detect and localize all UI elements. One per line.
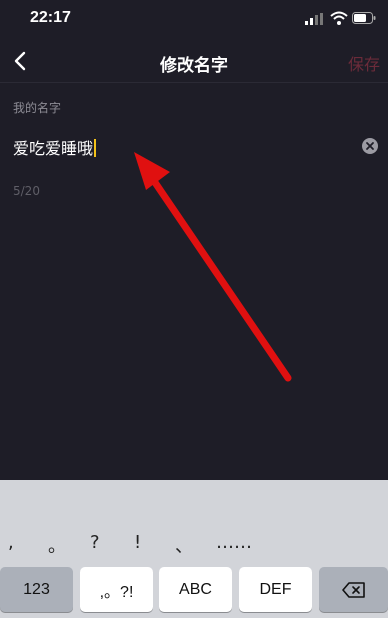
wifi-icon <box>330 11 348 25</box>
keyboard: , 。 ? ! 、 …… 123 ,。?! ABC DEF <box>0 480 388 618</box>
suggest-ellipsis[interactable]: …… <box>216 532 252 553</box>
key-def[interactable]: DEF <box>239 567 312 612</box>
key-punctuation[interactable]: ,。?! <box>80 567 153 612</box>
signal-icon <box>305 13 323 25</box>
nav-header: 修改名字 保存 <box>0 38 388 83</box>
battery-icon <box>352 12 376 24</box>
name-input[interactable]: 爱吃爱睡哦 <box>13 135 343 158</box>
clear-icon[interactable] <box>362 138 378 154</box>
suggest-enumeration-comma[interactable]: 、 <box>175 532 193 558</box>
delete-key-icon <box>341 581 365 598</box>
delete-key[interactable] <box>319 567 388 612</box>
suggest-period[interactable]: 。 <box>48 532 66 558</box>
status-bar: 22:17 <box>0 0 388 38</box>
key-abc[interactable]: ABC <box>159 567 232 612</box>
save-button[interactable]: 保存 <box>348 51 380 75</box>
status-time: 22:17 <box>30 9 71 26</box>
suggest-question[interactable]: ? <box>90 532 100 553</box>
text-caret <box>94 139 97 157</box>
name-input-value: 爱吃爱睡哦 <box>13 139 94 158</box>
page-title: 修改名字 <box>160 56 228 76</box>
suggest-comma[interactable]: , <box>8 532 14 553</box>
suggest-exclamation[interactable]: ! <box>134 532 141 553</box>
character-counter: 5/20 <box>13 184 40 198</box>
name-label: 我的名字 <box>13 101 62 115</box>
key-123[interactable]: 123 <box>0 567 73 612</box>
punctuation-suggestions: , 。 ? ! 、 …… <box>0 530 388 560</box>
